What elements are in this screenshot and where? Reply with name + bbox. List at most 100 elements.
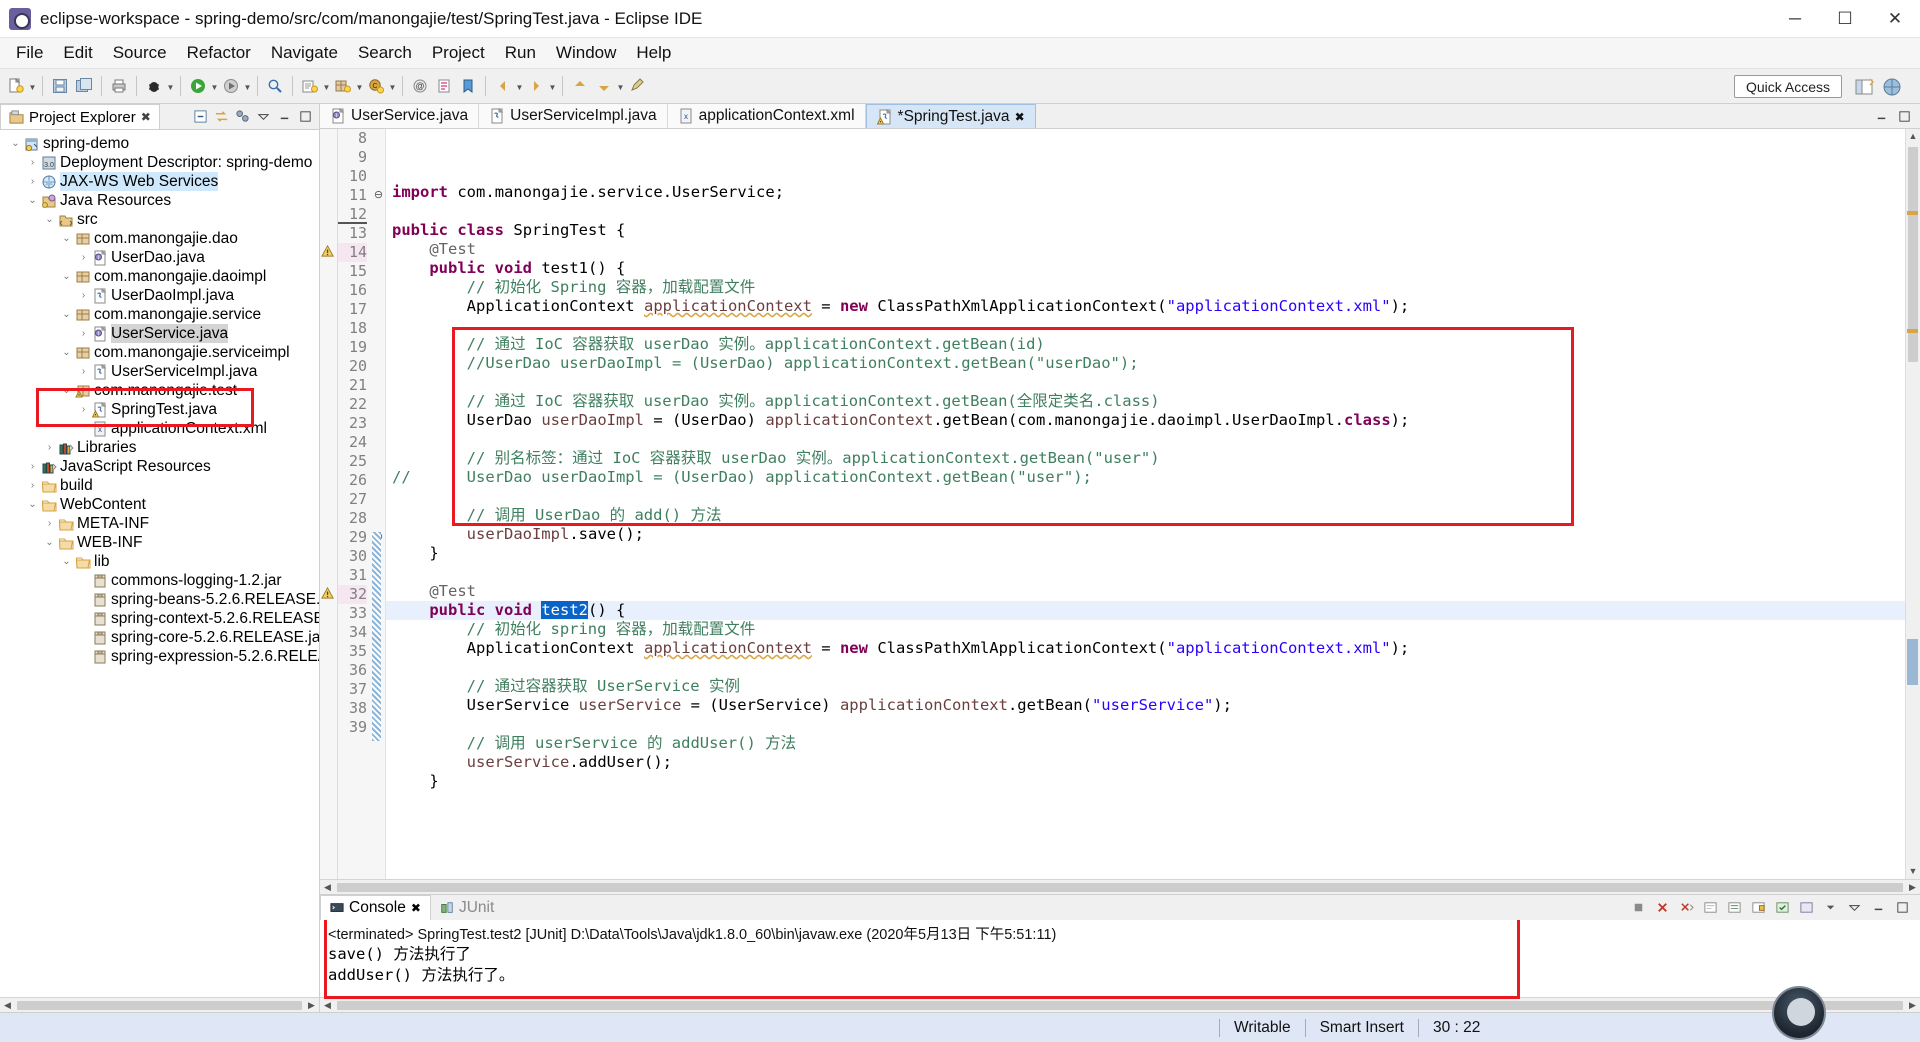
console-output[interactable]: <terminated> SpringTest.test2 [JUnit] D:… [320, 920, 1920, 997]
maximize-editor-icon[interactable] [1897, 109, 1912, 124]
tree-item[interactable]: ⌄ Java Resources [0, 191, 319, 210]
next-annotation-dropdown-icon[interactable]: ▼ [616, 74, 625, 98]
twisty-collapsed-icon[interactable]: › [25, 457, 40, 476]
tree-item[interactable]: › I UserDao.java [0, 248, 319, 267]
new-dropdown-icon[interactable]: ▼ [28, 74, 37, 98]
view-menu-icon[interactable] [1847, 900, 1862, 915]
twisty-expanded-icon[interactable]: ⌄ [59, 381, 74, 400]
twisty-expanded-icon[interactable]: ⌄ [42, 210, 57, 229]
quick-access-input[interactable]: Quick Access [1734, 75, 1842, 98]
overview-warning-mark[interactable] [1907, 211, 1918, 215]
scroll-lock-icon[interactable] [1727, 900, 1742, 915]
new-icon[interactable] [5, 74, 27, 98]
terminate-icon[interactable] [1631, 900, 1646, 915]
editor-tab-springtestjava[interactable]: *SpringTest.java ✖ [865, 104, 1036, 128]
code-line[interactable]: public class SpringTest { [392, 221, 1905, 240]
code-line[interactable]: // 初始化 Spring 容器，加载配置文件 [392, 278, 1905, 297]
code-line[interactable] [392, 316, 1905, 335]
tree-item[interactable]: ⌄ com.manongajie.daoimpl [0, 267, 319, 286]
code-line[interactable]: ApplicationContext applicationContext = … [392, 297, 1905, 316]
tree-item[interactable]: ⌄ src [0, 210, 319, 229]
display-selected-console-icon[interactable] [1775, 900, 1790, 915]
code-line[interactable]: ApplicationContext applicationContext = … [392, 639, 1905, 658]
marker-icon[interactable] [433, 74, 455, 98]
code-line[interactable]: // 调用 UserDao 的 add() 方法 [392, 506, 1905, 525]
tree-item[interactable]: x applicationContext.xml [0, 419, 319, 438]
tree-item[interactable]: ⌄ spring-demo [0, 134, 319, 153]
fold-collapse-icon[interactable]: ⊖ [372, 186, 385, 205]
maximize-console-icon[interactable] [1895, 900, 1910, 915]
code-line[interactable]: @Test [392, 240, 1905, 259]
scroll-up-icon[interactable]: ▲ [1906, 129, 1920, 144]
forward-dropdown-icon[interactable]: ▼ [548, 74, 557, 98]
debug-dropdown-icon[interactable]: ▼ [166, 74, 175, 98]
code-line[interactable]: // 调用 userService 的 addUser() 方法 [392, 734, 1905, 753]
minimize-button[interactable]: ─ [1770, 0, 1820, 38]
scrollbar-thumb[interactable] [337, 882, 1903, 892]
code-line[interactable]: public void test2() { [386, 601, 1905, 620]
tree-item[interactable]: › JAX-WS Web Services [0, 172, 319, 191]
twisty-expanded-icon[interactable]: ⌄ [8, 134, 23, 153]
code-line[interactable]: public void test1() { [392, 259, 1905, 278]
overview-change-mark[interactable] [1907, 639, 1918, 685]
tree-item[interactable]: › SpringTest.java [0, 400, 319, 419]
minimize-console-icon[interactable] [1871, 900, 1886, 915]
tree-item[interactable]: › UserServiceImpl.java [0, 362, 319, 381]
twisty-expanded-icon[interactable]: ⌄ [42, 533, 57, 552]
code-line[interactable] [392, 658, 1905, 677]
twisty-collapsed-icon[interactable]: › [76, 324, 91, 343]
debug-icon[interactable] [143, 74, 165, 98]
tab-project-explorer[interactable]: Project Explorer ✖ [0, 104, 160, 129]
twisty-collapsed-icon[interactable]: › [25, 153, 40, 172]
new-java-project-icon[interactable] [299, 74, 321, 98]
code-line[interactable]: @Test [392, 582, 1905, 601]
code-line[interactable] [392, 563, 1905, 582]
new-package-dropdown-icon[interactable]: ▼ [355, 74, 364, 98]
run-dropdown-icon[interactable]: ▼ [210, 74, 219, 98]
new-class-icon[interactable]: C [365, 74, 387, 98]
close-icon[interactable]: ✖ [141, 110, 151, 124]
minimize-view-icon[interactable] [277, 109, 292, 124]
scroll-right-icon[interactable]: ▶ [304, 1000, 319, 1011]
last-edit-icon[interactable] [626, 74, 648, 98]
code-editor[interactable]: 8 9 10 11 12 13 14 15 16 17 18 19 20 21 22 23 24 25 26 27 28… [320, 129, 1920, 879]
source-text[interactable]: import com.manongajie.service.UserServic… [386, 129, 1905, 879]
code-line[interactable] [392, 373, 1905, 392]
editor-tab-userservicejava[interactable]: I UserService.java [320, 104, 480, 128]
scrollbar-thumb[interactable] [17, 1000, 302, 1010]
code-line[interactable]: } [392, 544, 1905, 563]
editor-tab-applicationcontextxml[interactable]: x applicationContext.xml [667, 104, 866, 128]
tree-item[interactable]: › Libraries [0, 438, 319, 457]
next-annotation-icon[interactable] [593, 74, 615, 98]
maximize-button[interactable]: ☐ [1820, 0, 1870, 38]
menu-item-navigate[interactable]: Navigate [261, 40, 348, 66]
view-menu-icon[interactable] [256, 109, 271, 124]
tree-item[interactable]: commons-logging-1.2.jar [0, 571, 319, 590]
code-line[interactable]: // 通过容器获取 UserService 实例 [392, 677, 1905, 696]
minimize-editor-icon[interactable] [1874, 109, 1889, 124]
search-icon[interactable] [264, 74, 286, 98]
tree-item[interactable]: ⌄ WEB-INF [0, 533, 319, 552]
menu-item-project[interactable]: Project [422, 40, 495, 66]
tree-item[interactable]: spring-context-5.2.6.RELEASE.jar [0, 609, 319, 628]
twisty-collapsed-icon[interactable]: › [76, 248, 91, 267]
code-line[interactable]: UserDao userDaoImpl = (UserDao) applicat… [392, 411, 1905, 430]
close-icon[interactable]: ✖ [411, 901, 421, 915]
tree-item[interactable]: spring-expression-5.2.6.RELEASE.jar [0, 647, 319, 666]
tree-item[interactable]: ⌄ com.manongajie.service [0, 305, 319, 324]
code-line[interactable]: userDaoImpl.save(); [392, 525, 1905, 544]
twisty-expanded-icon[interactable]: ⌄ [59, 267, 74, 286]
new-package-icon[interactable] [332, 74, 354, 98]
selected-token[interactable]: test2 [541, 601, 589, 619]
scroll-left-icon[interactable]: ◀ [320, 1000, 335, 1011]
scrollbar-thumb[interactable] [337, 1000, 1903, 1010]
run-external-dropdown-icon[interactable]: ▼ [243, 74, 252, 98]
menu-item-window[interactable]: Window [546, 40, 626, 66]
tree-item[interactable]: › JavaScript Resources [0, 457, 319, 476]
twisty-collapsed-icon[interactable]: › [42, 438, 57, 457]
console-horizontal-scrollbar[interactable]: ◀ ▶ [320, 997, 1920, 1012]
code-line[interactable]: import com.manongajie.service.UserServic… [392, 183, 1905, 202]
tree-item[interactable]: ⌄ com.manongajie.test [0, 381, 319, 400]
code-line[interactable]: // UserDao userDaoImpl = (UserDao) appli… [392, 468, 1905, 487]
tree-item[interactable]: › UserDaoImpl.java [0, 286, 319, 305]
